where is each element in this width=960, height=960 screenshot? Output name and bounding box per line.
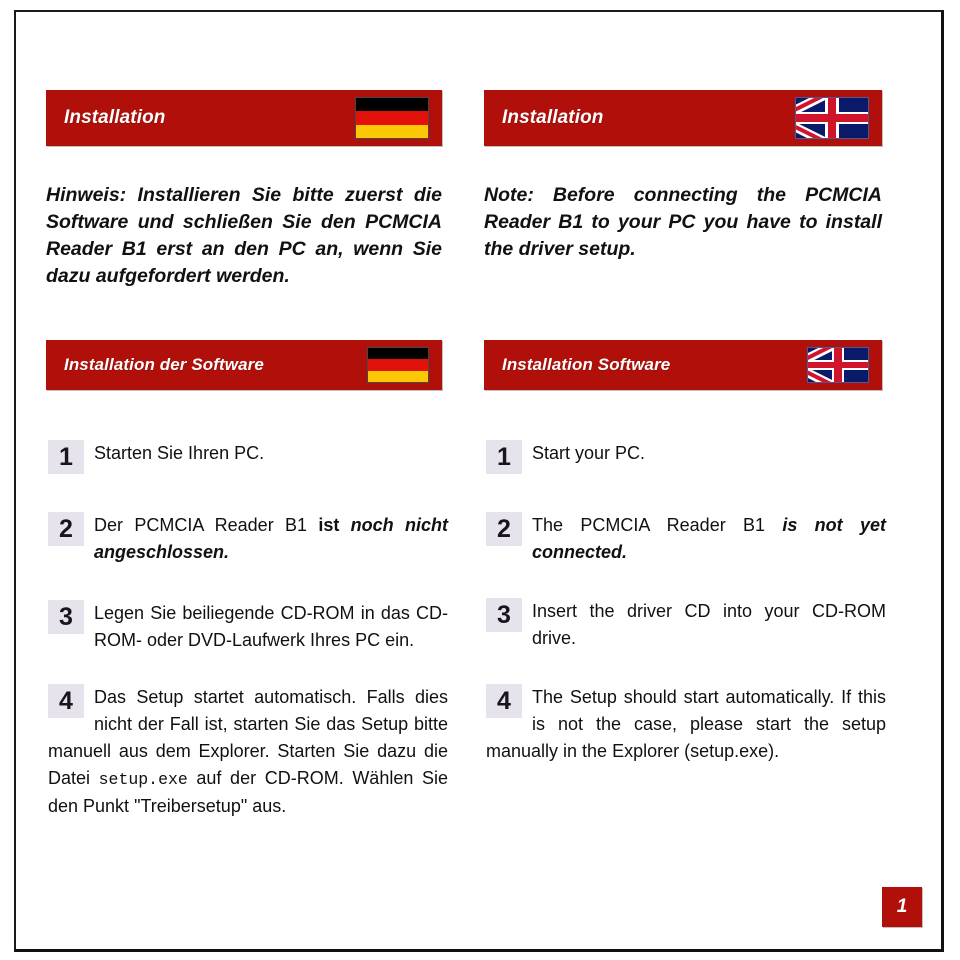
step-number-badge: 1 [486,440,522,474]
step-number-badge: 1 [48,440,84,474]
step-text-part-bold: ist [318,515,351,535]
step-german-1: 1 Starten Sie Ihren PC. [48,440,448,474]
german-flag-icon [367,347,429,383]
step-english-4: 4 The Setup should start automatically. … [486,684,886,766]
note-english: Note: Before connecting the PCMCIA Reade… [484,184,882,260]
step-english-3: 3 Insert the driver CD into your CD-ROM … [486,598,886,652]
step-number-badge: 3 [48,600,84,634]
step-number-badge: 4 [486,684,522,718]
step-english-2: 2 The PCMCIA Reader B1 is not yet connec… [486,512,886,566]
header-title-german: Installation [64,107,166,128]
step-text-part-plain: The PCMCIA Reader B1 [532,515,783,535]
step-text: Das Setup startet automatisch. Falls die… [48,684,448,820]
step-text: Start your PC. [532,443,646,463]
step-text-part-plain: The Setup should start automatically. If… [486,687,886,761]
german-flag-icon [355,97,429,139]
section-header-title-english: Installation Software [502,355,671,374]
uk-flag-icon [795,97,869,139]
step-number-badge: 2 [48,512,84,546]
step-text: Legen Sie beiliegende CD-ROM in das CD-R… [94,603,448,650]
step-german-2: 2 Der PCMCIA Reader B1 ist noch nicht an… [48,512,448,566]
note-german: Hinweis: Installieren Sie bitte zuerst d… [46,184,442,287]
section-header-bar-german: Installation der Software [46,340,442,390]
step-text: The PCMCIA Reader B1 is not yet connecte… [486,512,886,566]
step-text: Starten Sie Ihren PC. [94,443,265,463]
step-text: Der PCMCIA Reader B1 ist noch nicht ange… [48,512,448,566]
section-header-title-german: Installation der Software [64,355,264,374]
step-text-filename: setup.exe [98,770,188,789]
header-bar-english: Installation [484,90,882,146]
step-text-part-plain: Der PCMCIA Reader B1 [94,515,319,535]
header-title-english: Installation [502,107,604,128]
header-bar-german: Installation [46,90,442,146]
section-header-bar-english: Installation Software [484,340,882,390]
step-number-badge: 3 [486,598,522,632]
step-german-3: 3 Legen Sie beiliegende CD-ROM in das CD… [48,600,448,654]
step-number-badge: 4 [48,684,84,718]
step-number-badge: 2 [486,512,522,546]
page-number-badge: 1 [882,887,922,927]
step-text: Insert the driver CD into your CD-ROM dr… [532,601,886,648]
uk-flag-icon [807,347,869,383]
step-english-1: 1 Start your PC. [486,440,886,474]
step-text: The Setup should start automatically. If… [486,684,886,766]
document-page: Installation Installation Hinweis: Insta… [14,10,944,952]
step-german-4: 4 Das Setup startet automatisch. Falls d… [48,684,448,820]
